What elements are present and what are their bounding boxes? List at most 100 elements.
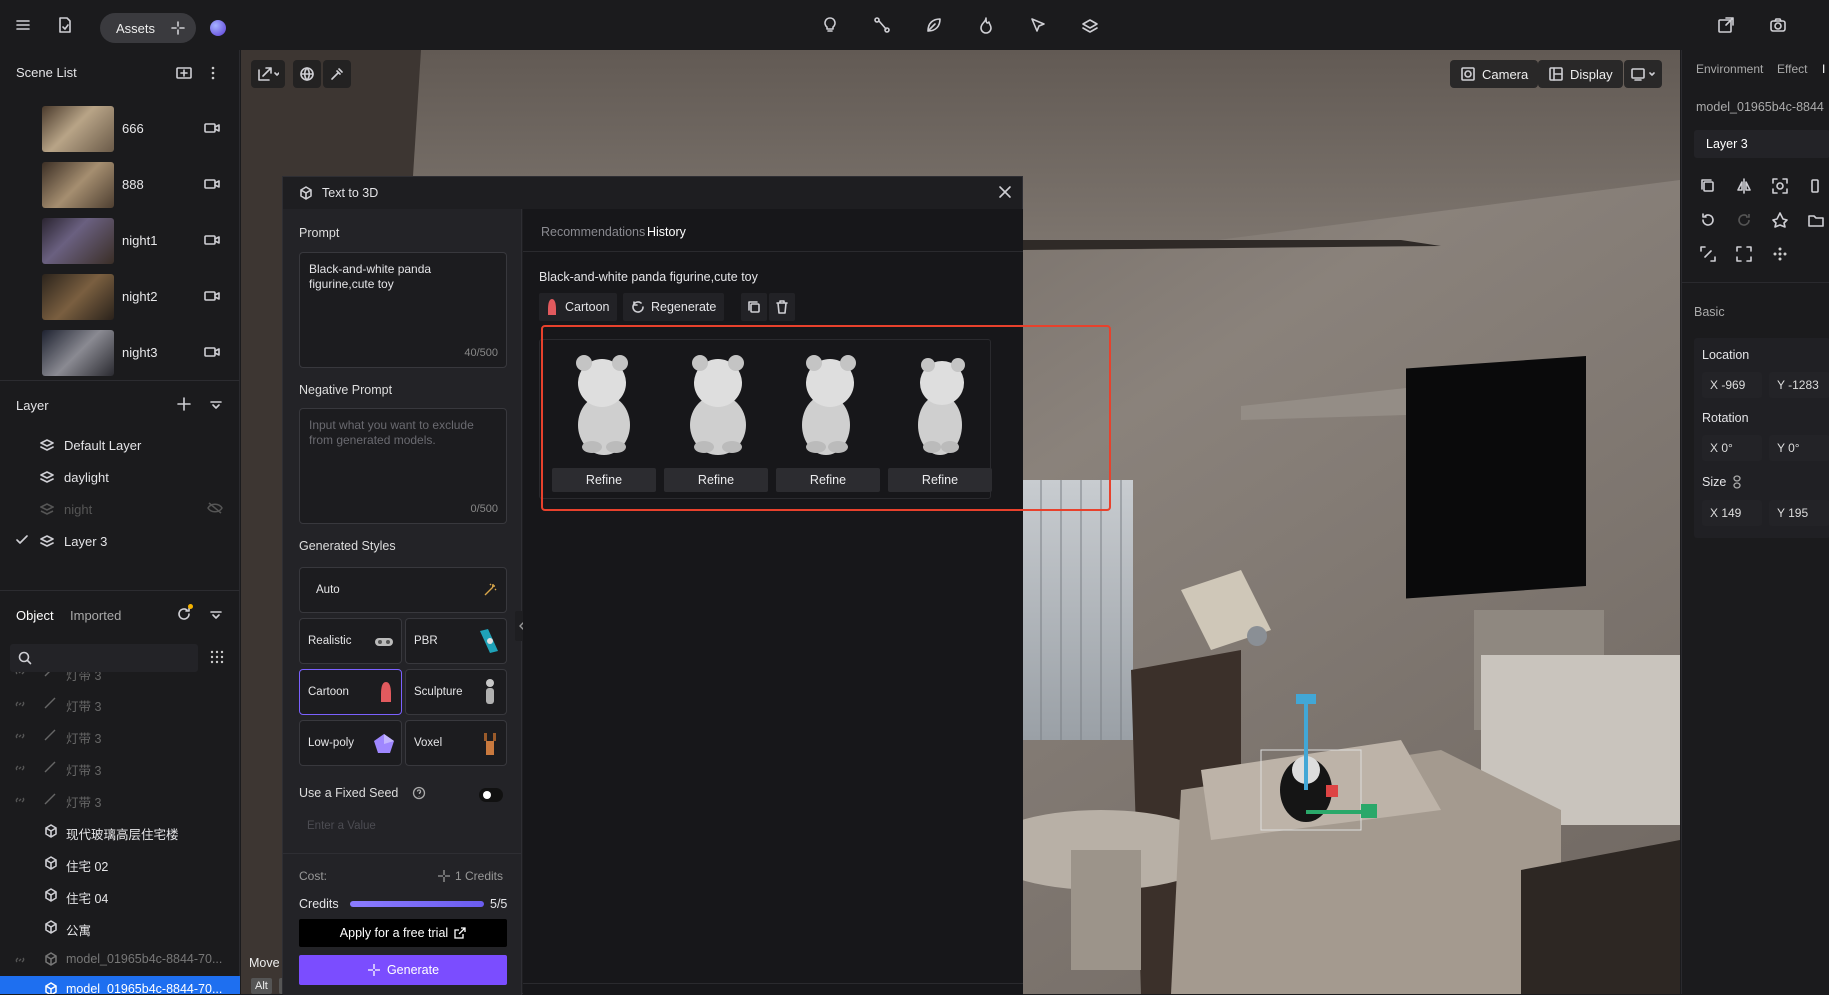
free-trial-button[interactable]: Apply for a free trial (299, 919, 507, 947)
list-item[interactable]: 灯带 3 (0, 754, 240, 780)
layer-select[interactable]: Layer 3 (1694, 130, 1829, 158)
search-input[interactable] (10, 644, 198, 672)
export-icon[interactable] (1714, 13, 1738, 37)
style-sculpture[interactable]: Sculpture (405, 669, 507, 715)
ai-edit-icon[interactable] (1700, 246, 1718, 264)
globe-button[interactable] (293, 60, 321, 88)
more-icon[interactable] (210, 66, 216, 80)
scene-camera-icon[interactable] (204, 346, 220, 358)
layer-item[interactable]: Default Layer (40, 434, 141, 456)
result-card[interactable]: Refine (664, 345, 768, 497)
style-auto[interactable]: Auto (299, 567, 507, 613)
scene-item[interactable]: 888 (42, 162, 242, 210)
regenerate-button[interactable]: Regenerate (623, 293, 725, 321)
open-external-button[interactable] (251, 60, 285, 88)
prompt-textarea[interactable]: Black-and-white panda figurine,cute toy … (299, 252, 507, 368)
rotation-y-input[interactable]: Y 0° (1769, 435, 1829, 461)
ai-orb-icon[interactable] (210, 20, 226, 36)
scatter-icon[interactable] (1772, 246, 1790, 264)
tab-history[interactable]: History (647, 225, 686, 239)
material-icon[interactable] (1772, 212, 1790, 230)
save-file-icon[interactable] (53, 13, 77, 37)
fit-icon[interactable] (1736, 246, 1754, 264)
scene-item[interactable]: night3 (42, 330, 242, 378)
object-filter-icon[interactable] (210, 610, 222, 620)
list-item[interactable]: model_01965b4c-8844-70... (0, 946, 240, 972)
hidden-eye-icon[interactable] (207, 502, 223, 514)
result-card[interactable]: Refine (776, 345, 880, 497)
rotation-x-input[interactable]: X 0° (1702, 435, 1762, 461)
list-item[interactable]: 住宅 02 (0, 850, 240, 876)
scene-camera-icon[interactable] (204, 178, 220, 190)
path-tool-icon[interactable] (870, 13, 894, 37)
menu-icon[interactable] (11, 13, 35, 37)
assets-button[interactable]: Assets (100, 13, 196, 43)
style-realistic[interactable]: Realistic (299, 618, 402, 664)
list-item[interactable]: 灯带 3 (0, 672, 240, 686)
scene-add-icon[interactable] (176, 66, 192, 80)
camera-icon[interactable] (1766, 13, 1790, 37)
list-item[interactable]: 灯带 3 (0, 690, 240, 716)
fixed-seed-toggle[interactable] (479, 788, 503, 802)
list-item-selected[interactable]: model_01965b4c-8844-70... (0, 976, 240, 994)
seed-input[interactable]: Enter a Value (299, 813, 507, 837)
grid-view-icon[interactable] (210, 650, 224, 664)
tab-imported[interactable]: Imported (70, 608, 121, 623)
close-icon[interactable] (998, 185, 1012, 199)
layer-item[interactable]: Layer 3 (40, 530, 107, 552)
delete-button[interactable] (769, 293, 795, 321)
scene-item[interactable]: night2 (42, 274, 242, 322)
folder-icon[interactable] (1808, 212, 1826, 230)
scene-camera-icon[interactable] (204, 290, 220, 302)
tool-icon[interactable] (1808, 178, 1826, 196)
sparkle-icon[interactable] (170, 20, 186, 36)
refine-button[interactable]: Refine (552, 468, 656, 492)
list-item[interactable]: 灯带 3 (0, 722, 240, 748)
tab-info[interactable]: I (1822, 62, 1825, 76)
size-x-input[interactable]: X 149 (1702, 500, 1762, 526)
layer-item[interactable]: night (40, 498, 92, 520)
list-item[interactable]: 现代玻璃高层住宅楼 (0, 818, 240, 844)
scene-item[interactable]: 666 (42, 106, 242, 154)
refine-button[interactable]: Refine (664, 468, 768, 492)
pointer-icon[interactable] (1026, 13, 1050, 37)
list-item[interactable]: 公寓 (0, 914, 240, 940)
style-voxel[interactable]: Voxel (405, 720, 507, 766)
generate-button[interactable]: Generate (299, 955, 507, 985)
scene-item[interactable]: night1 (42, 218, 242, 266)
tab-object[interactable]: Object (16, 608, 54, 623)
duplicate-icon[interactable] (1700, 178, 1718, 196)
tab-effect[interactable]: Effect (1777, 62, 1807, 76)
tab-recommendations[interactable]: Recommendations (541, 225, 645, 239)
lightbulb-icon[interactable] (818, 13, 842, 37)
refine-button[interactable]: Refine (776, 468, 880, 492)
leaf-icon[interactable] (922, 13, 946, 37)
camera-button[interactable]: Camera (1450, 60, 1539, 88)
scene-camera-icon[interactable] (204, 234, 220, 246)
result-card[interactable]: Refine (888, 345, 992, 497)
flame-icon[interactable] (974, 13, 998, 37)
undo-icon[interactable] (1700, 212, 1718, 230)
refine-button[interactable]: Refine (888, 468, 992, 492)
style-pbr[interactable]: PBR (405, 618, 507, 664)
focus-icon[interactable] (1772, 178, 1790, 196)
style-cartoon[interactable]: Cartoon (299, 669, 402, 715)
mirror-icon[interactable] (1736, 178, 1754, 196)
layers-icon[interactable] (1078, 13, 1102, 37)
display-button[interactable]: Display (1538, 60, 1623, 88)
size-y-input[interactable]: Y 195 (1769, 500, 1829, 526)
list-item[interactable]: 住宅 04 (0, 882, 240, 908)
view-mode-button[interactable] (1624, 60, 1662, 88)
refresh-icon[interactable] (176, 604, 193, 622)
scene-camera-icon[interactable] (204, 122, 220, 134)
copy-button[interactable] (741, 293, 767, 321)
negative-prompt-textarea[interactable]: Input what you want to exclude from gene… (299, 408, 507, 524)
location-y-input[interactable]: Y -1283 (1769, 372, 1829, 398)
layer-item[interactable]: daylight (40, 466, 109, 488)
list-item[interactable]: 灯带 3 (0, 786, 240, 812)
location-x-input[interactable]: X -969 (1702, 372, 1762, 398)
help-icon[interactable] (412, 786, 426, 800)
result-card[interactable]: Refine (552, 345, 656, 497)
add-layer-icon[interactable] (177, 397, 191, 411)
layer-filter-icon[interactable] (210, 400, 222, 410)
